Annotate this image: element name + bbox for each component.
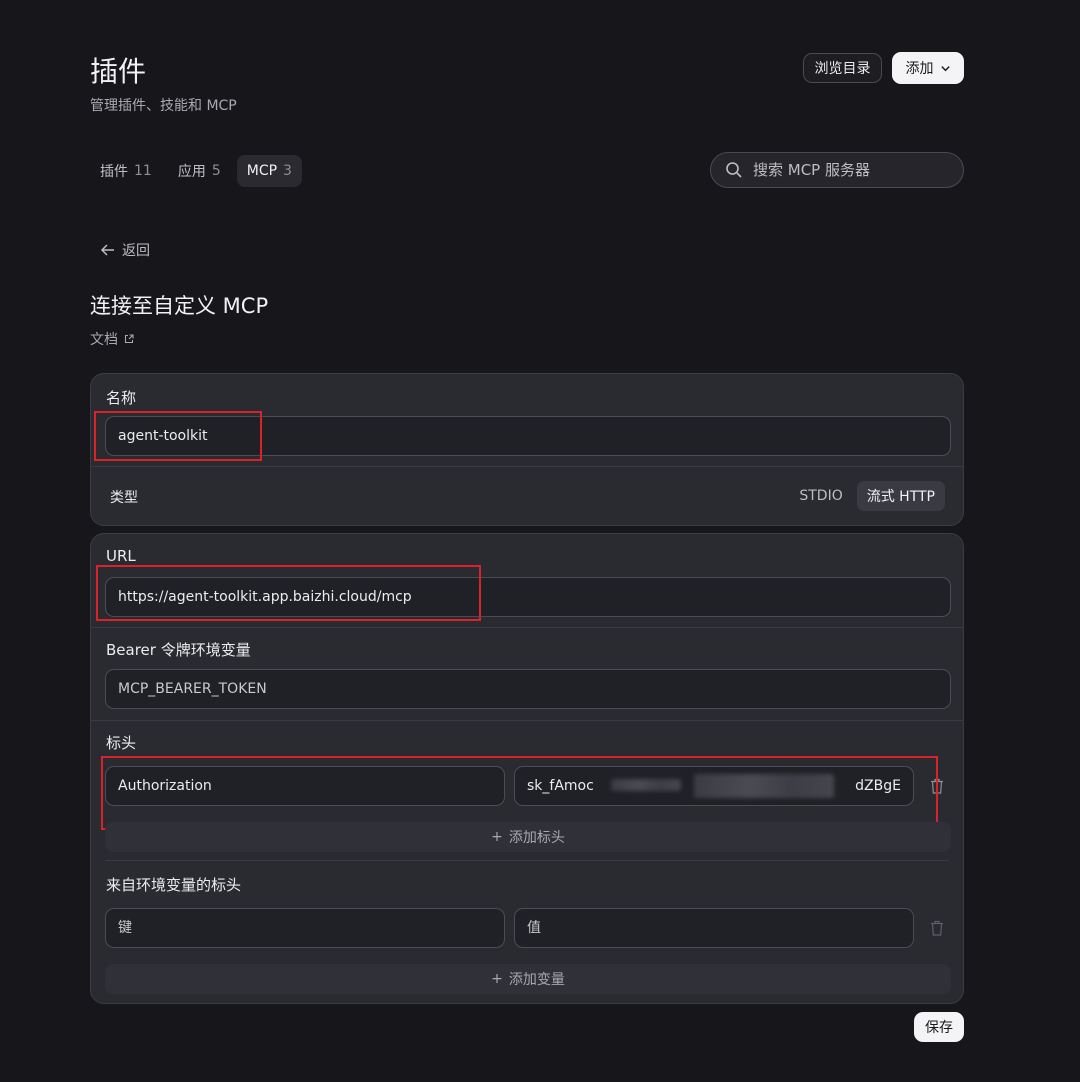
divider: [91, 627, 963, 628]
form-title: 连接至自定义 MCP: [90, 294, 269, 318]
tab-apps[interactable]: 应用 5: [168, 155, 231, 187]
url-label: URL: [106, 547, 136, 565]
search-box: [710, 152, 964, 188]
arrow-left-icon: [100, 244, 114, 256]
bearer-token-input[interactable]: [105, 669, 951, 709]
tab-label: 应用: [177, 164, 206, 180]
add-variable-label: 添加变量: [508, 972, 565, 988]
page-subtitle: 管理插件、技能和 MCP: [90, 98, 237, 114]
tab-bar: 插件 11 应用 5 MCP 3: [90, 155, 302, 187]
tab-count: 5: [211, 163, 221, 179]
tab-plugins[interactable]: 插件 11: [90, 155, 162, 187]
trash-icon[interactable]: [930, 778, 944, 794]
external-link-icon: [124, 334, 134, 344]
env-headers-label: 来自环境变量的标头: [106, 876, 242, 894]
docs-label: 文档: [90, 332, 118, 348]
chevron-down-icon: [940, 65, 950, 71]
add-variable-button[interactable]: + 添加变量: [105, 964, 951, 994]
tab-count: 3: [283, 163, 292, 179]
name-type-card: 名称 类型 STDIO 流式 HTTP: [90, 373, 964, 526]
name-label: 名称: [106, 389, 137, 407]
search-icon: [726, 162, 742, 178]
save-button[interactable]: 保存: [914, 1012, 964, 1042]
bearer-label: Bearer 令牌环境变量: [106, 641, 251, 659]
divider: [91, 466, 963, 467]
env-value-input[interactable]: [514, 908, 914, 948]
connection-card: URL Bearer 令牌环境变量 标头 sk_fAmoc dZBgE + 添加…: [90, 533, 964, 1004]
docs-link[interactable]: 文档: [90, 329, 134, 349]
add-header-label: 添加标头: [508, 830, 565, 846]
back-label: 返回: [122, 243, 150, 259]
tab-count: 11: [134, 163, 152, 179]
name-input[interactable]: [105, 416, 951, 456]
tab-label: 插件: [100, 164, 128, 180]
redaction-blur: [694, 774, 834, 798]
trash-icon[interactable]: [930, 920, 944, 936]
header-key-input[interactable]: [105, 766, 505, 806]
url-input[interactable]: [105, 577, 951, 617]
headers-label: 标头: [106, 734, 137, 752]
type-label: 类型: [110, 490, 138, 506]
add-label: 添加: [905, 61, 934, 77]
back-link[interactable]: 返回: [100, 240, 150, 260]
plus-icon: +: [491, 829, 503, 845]
add-dropdown-button[interactable]: 添加: [892, 52, 964, 84]
header-value-prefix: sk_fAmoc: [527, 778, 594, 794]
type-segmented-control: STDIO 流式 HTTP: [789, 481, 945, 511]
divider: [105, 860, 949, 861]
type-option-streamable-http[interactable]: 流式 HTTP: [856, 481, 945, 511]
divider: [91, 720, 963, 721]
redaction-blur: [611, 779, 681, 791]
tab-mcp[interactable]: MCP 3: [236, 155, 302, 187]
search-input[interactable]: [751, 160, 955, 180]
add-header-button[interactable]: + 添加标头: [105, 822, 951, 852]
env-key-input[interactable]: [105, 908, 505, 948]
browse-catalog-button[interactable]: 浏览目录: [803, 53, 882, 83]
type-option-stdio[interactable]: STDIO: [789, 481, 852, 511]
plus-icon: +: [491, 971, 503, 987]
header-value-suffix: dZBgE: [855, 778, 901, 794]
tab-label: MCP: [246, 163, 278, 179]
page-title: 插件: [90, 55, 147, 88]
